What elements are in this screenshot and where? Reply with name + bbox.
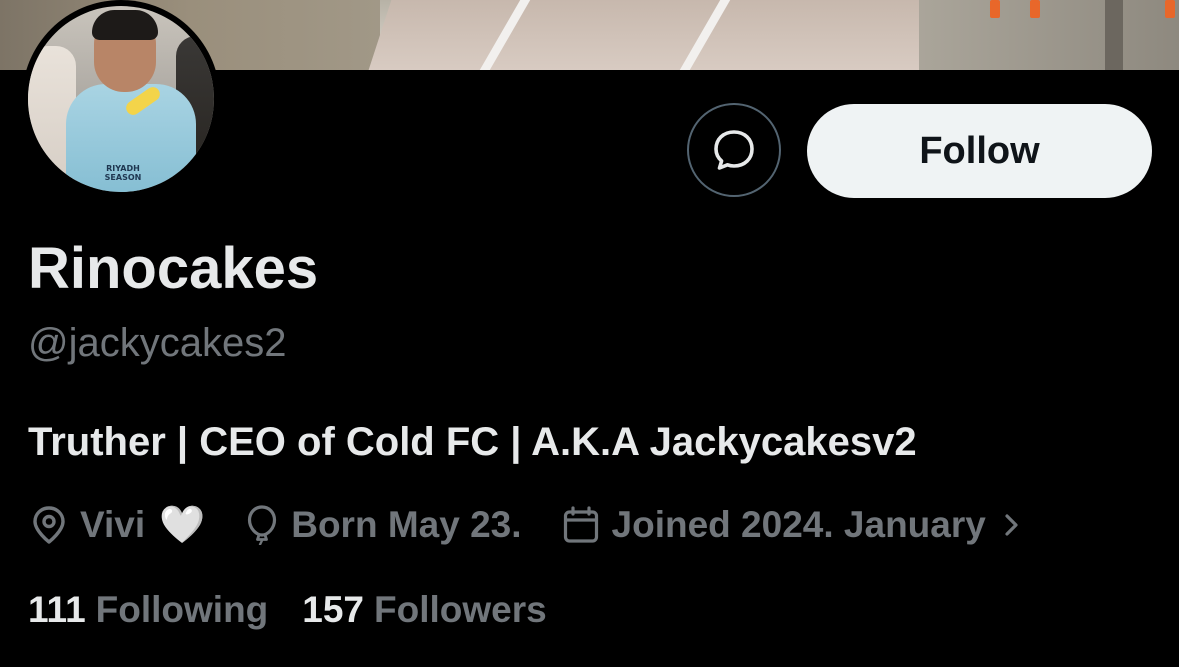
follow-button[interactable]: Follow — [807, 104, 1152, 198]
profile-meta: Vivi 🤍 Born May 23. Joined 2024. January — [30, 500, 1034, 550]
avatar-photo: RIYADH SEASON — [28, 6, 214, 192]
followers-label: Followers — [374, 589, 547, 630]
chevron-right-icon[interactable] — [1002, 510, 1034, 540]
avatar-hair — [92, 10, 158, 40]
message-button[interactable] — [687, 103, 781, 197]
banner-sidewalk — [919, 0, 1179, 70]
display-name: Rinocakes — [28, 236, 319, 301]
following-count: 111 — [28, 589, 86, 630]
heart-emoji: 🤍 — [159, 503, 206, 545]
following-link[interactable]: 111 Following — [28, 589, 268, 631]
birthday-item: Born May 23. — [245, 504, 522, 546]
birthday-text: Born May 23. — [291, 504, 522, 545]
message-bubble-icon — [714, 130, 754, 170]
joined-text: Joined 2024. January — [611, 504, 986, 545]
location-pin-icon — [33, 506, 65, 544]
following-label: Following — [95, 589, 269, 630]
joined-item[interactable]: Joined 2024. January — [562, 504, 1034, 546]
followers-count: 157 — [302, 589, 365, 630]
location-item: Vivi 🤍 — [30, 504, 205, 547]
user-handle: @jackycakes2 — [28, 321, 287, 365]
banner-pole — [1105, 0, 1123, 70]
banner-cone — [1030, 0, 1040, 18]
followers-link[interactable]: 157 Followers — [302, 589, 546, 631]
calendar-icon — [563, 506, 598, 543]
location-text: Vivi — [80, 504, 146, 545]
avatar-jersey-text: RIYADH SEASON — [104, 164, 142, 182]
balloon-icon — [248, 505, 277, 546]
banner-road — [368, 0, 952, 70]
avatar[interactable]: RIYADH SEASON — [22, 0, 220, 198]
banner-cone — [990, 0, 1000, 18]
banner-cone — [1165, 0, 1175, 18]
follow-stats: 111 Following 157 Followers — [28, 585, 581, 635]
profile-bio: Truther | CEO of Cold FC | A.K.A Jackyca… — [28, 420, 917, 464]
